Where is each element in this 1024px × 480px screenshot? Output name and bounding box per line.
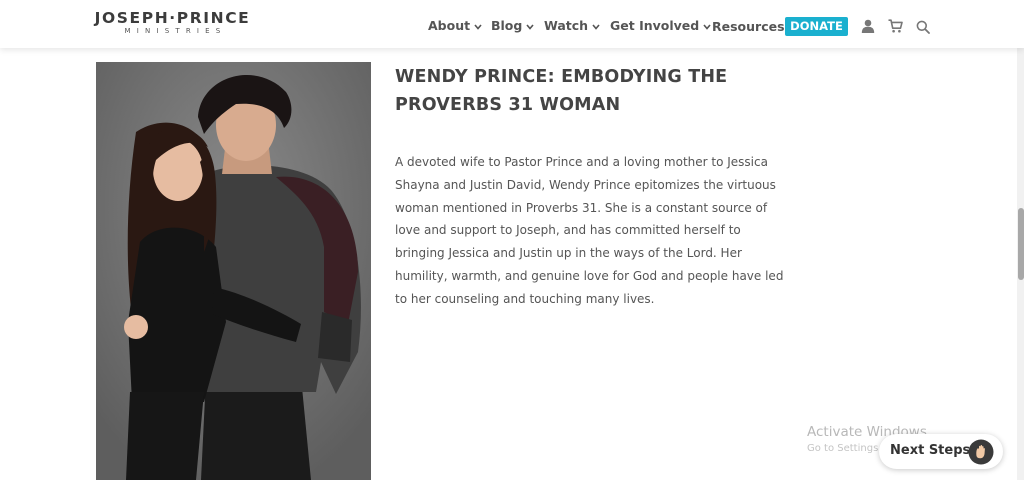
nav-watch-label: Watch [544, 18, 589, 33]
nav-about-label: About [428, 18, 471, 33]
nav-resources-label: Resources [712, 19, 785, 34]
chevron-down-icon [703, 23, 711, 30]
chevron-down-icon [474, 23, 482, 30]
couple-photo [96, 62, 371, 480]
nav-get-involved[interactable]: Get Involved [610, 17, 711, 35]
scrollbar-thumb[interactable] [1018, 208, 1024, 280]
nav-about[interactable]: About [428, 17, 482, 35]
nav-watch[interactable]: Watch [544, 17, 600, 35]
scrollbar-track[interactable] [1017, 48, 1024, 480]
site-logo[interactable]: JOSEPH·PRINCE MINISTRIES [87, 9, 258, 36]
next-steps-button[interactable]: Next Steps [879, 434, 1003, 469]
logo-subtitle: MINISTRIES [124, 27, 227, 35]
wave-hand-icon [968, 439, 994, 465]
nav-blog[interactable]: Blog [491, 17, 534, 35]
site-header: JOSEPH·PRINCE MINISTRIES About Blog Watc… [0, 0, 1024, 48]
nav-blog-label: Blog [491, 18, 523, 33]
donate-button[interactable]: DONATE [785, 17, 848, 36]
user-icon[interactable] [861, 19, 875, 33]
logo-wordmark: JOSEPH·PRINCE [94, 9, 251, 27]
page-title: WENDY PRINCE: EMBODYING THE PROVERBS 31 … [395, 67, 728, 115]
nav-resources[interactable]: Resources [712, 18, 785, 36]
nav-get-involved-label: Get Involved [610, 18, 700, 33]
chevron-down-icon [592, 23, 600, 30]
couple-illustration [96, 62, 371, 480]
article-body: A devoted wife to Pastor Prince and a lo… [395, 155, 784, 306]
chevron-down-icon [526, 23, 534, 30]
cart-icon[interactable] [888, 19, 903, 33]
search-icon[interactable] [916, 20, 930, 34]
next-steps-label: Next Steps [890, 443, 971, 458]
